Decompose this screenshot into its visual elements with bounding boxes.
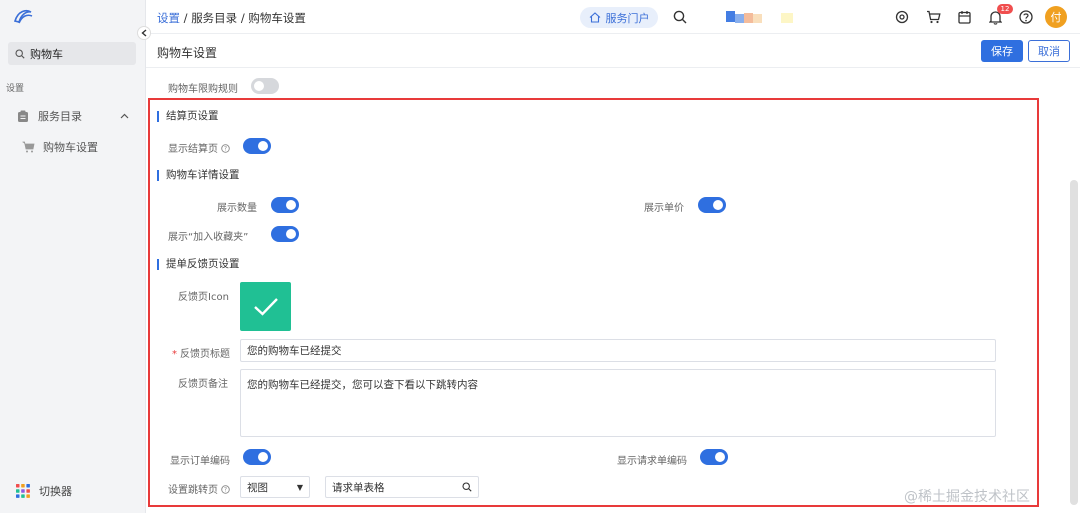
redirect-type-select[interactable]: 视图 ▼ (240, 476, 310, 498)
show-order-code-toggle[interactable] (243, 449, 271, 465)
sidebar-search[interactable]: 购物车 (8, 42, 136, 65)
service-portal-label: 服务门户 (605, 11, 650, 25)
help-icon (1019, 10, 1033, 24)
redirect-target-input[interactable]: 请求单表格 (325, 476, 479, 498)
notification-badge: 12 (997, 4, 1013, 14)
sidebar-item-label: 购物车设置 (43, 141, 98, 154)
feedback-note-textarea[interactable]: 您的购物车已经提交，您可以查下看以下跳转内容 (240, 369, 996, 437)
page-title: 购物车设置 (157, 46, 218, 60)
show-favorite-label: 展示“加入收藏夹” (168, 232, 249, 243)
feedback-title-label-text: 反馈页标题 (180, 349, 230, 360)
breadcrumb-item[interactable]: 设置 (157, 11, 180, 25)
detail-section-title: 购物车详情设置 (157, 170, 240, 181)
chevron-up-icon[interactable] (120, 113, 129, 119)
feedback-icon-picker[interactable] (240, 282, 291, 331)
page-header: 购物车设置 保存 取消 (146, 34, 1080, 68)
global-search-button[interactable] (672, 9, 688, 25)
show-quantity-label: 展示数量 (217, 203, 257, 214)
limit-rule-toggle[interactable] (251, 78, 279, 94)
service-portal-button[interactable]: 服务门户 (580, 7, 658, 28)
sidebar-item-cart-settings[interactable]: 购物车设置 (22, 139, 132, 155)
redirect-target-value: 请求单表格 (332, 481, 385, 494)
app-switcher-label: 切换器 (39, 485, 72, 498)
show-order-code-label: 显示订单编码 (170, 456, 230, 467)
breadcrumb: 设置 / 服务目录 / 购物车设置 (157, 10, 306, 26)
settings-button[interactable] (894, 9, 910, 25)
feedback-title-label: * 反馈页标题 (172, 345, 230, 360)
sidebar-item-label: 服务目录 (38, 110, 82, 123)
calendar-button[interactable] (956, 9, 972, 25)
search-icon (673, 10, 687, 24)
show-price-label: 展示单价 (644, 203, 684, 214)
show-request-code-toggle[interactable] (700, 449, 728, 465)
help-button[interactable] (1018, 9, 1034, 25)
cart-icon (22, 141, 35, 153)
redirect-type-value: 视图 (247, 481, 268, 494)
caret-down-icon: ▼ (296, 482, 303, 492)
brand-logo-blurred (726, 11, 793, 23)
svg-text:?: ? (224, 487, 227, 494)
cart-icon (926, 10, 941, 24)
redirect-label: 设置跳转页 ? (168, 481, 230, 496)
watermark: @稀土掘金技术社区 (904, 489, 1030, 505)
target-settings-icon (895, 10, 909, 24)
checkmark-icon (253, 297, 278, 316)
content-scrollbar[interactable] (1070, 180, 1078, 505)
search-icon[interactable] (462, 482, 472, 492)
app-logo-icon[interactable] (12, 8, 34, 26)
help-circle-icon[interactable]: ? (221, 485, 230, 494)
top-bar: 设置 / 服务目录 / 购物车设置 服务门户 12 付 (146, 0, 1080, 34)
show-checkout-toggle[interactable] (243, 138, 271, 154)
breadcrumb-item[interactable]: 服务目录 (191, 11, 237, 25)
show-favorite-toggle[interactable] (271, 226, 299, 242)
sidebar-search-input[interactable]: 购物车 (30, 46, 63, 62)
home-icon (589, 12, 600, 23)
breadcrumb-separator: / (240, 11, 245, 25)
required-marker: * (172, 349, 177, 360)
svg-text:?: ? (224, 146, 227, 153)
app-switcher[interactable]: 切换器 (16, 483, 72, 499)
catalog-icon (18, 110, 28, 122)
show-quantity-toggle[interactable] (271, 197, 299, 213)
sidebar-collapse-button[interactable] (137, 26, 151, 40)
calendar-icon (957, 11, 971, 24)
save-button[interactable]: 保存 (981, 40, 1023, 62)
show-checkout-label: 显示结算页 ? (168, 140, 230, 155)
cart-button[interactable] (925, 9, 941, 25)
sidebar: 购物车 设置 服务目录 购物车设置 切换器 (0, 0, 146, 513)
search-icon (15, 48, 25, 59)
chevron-left-icon (141, 29, 147, 37)
redirect-label-text: 设置跳转页 (168, 485, 218, 496)
show-price-toggle[interactable] (698, 197, 726, 213)
show-request-code-label: 显示请求单编码 (617, 456, 687, 467)
grid-apps-icon (16, 484, 30, 498)
sidebar-item-service-catalog[interactable]: 服务目录 (17, 108, 129, 124)
breadcrumb-current: 购物车设置 (248, 11, 306, 25)
checkout-section-title: 结算页设置 (157, 111, 219, 122)
feedback-title-input[interactable]: 您的购物车已经提交 (240, 339, 996, 362)
feedback-icon-label: 反馈页Icon (178, 292, 229, 303)
help-circle-icon[interactable]: ? (221, 144, 230, 153)
limit-rule-label: 购物车限购规则 (168, 84, 238, 95)
feedback-note-label: 反馈页备注 (178, 379, 228, 390)
cancel-button[interactable]: 取消 (1028, 40, 1070, 62)
show-checkout-label-text: 显示结算页 (168, 144, 218, 155)
user-avatar[interactable]: 付 (1045, 6, 1067, 28)
feedback-section-title: 提单反馈页设置 (157, 259, 240, 270)
sidebar-section-label: 设置 (6, 84, 25, 94)
breadcrumb-separator: / (183, 11, 188, 25)
